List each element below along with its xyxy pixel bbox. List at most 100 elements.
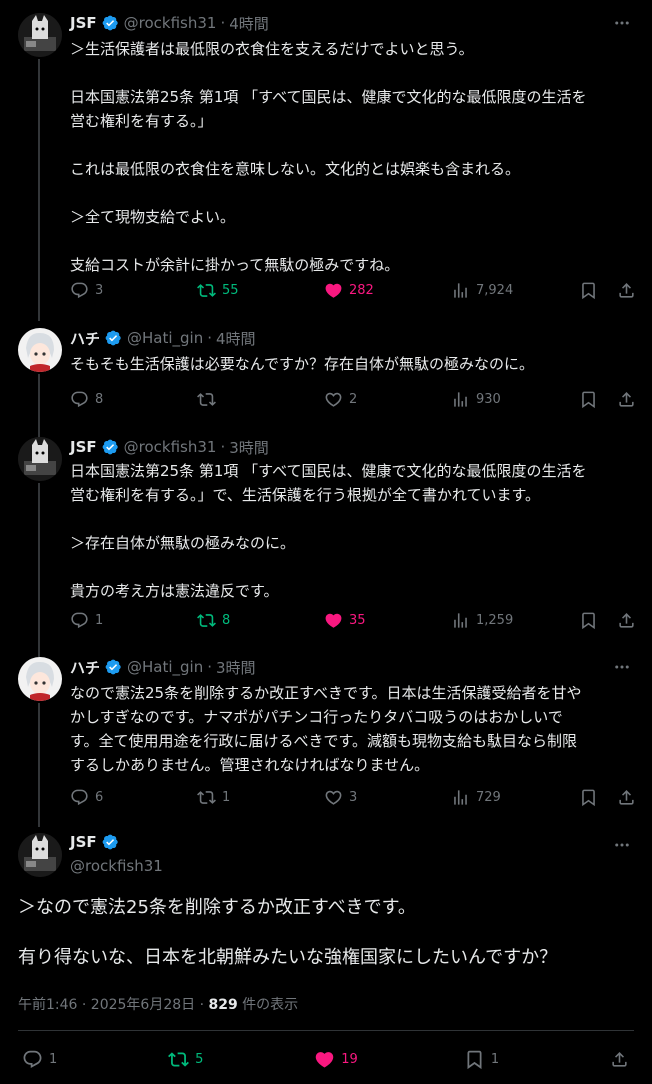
more-icon[interactable] <box>612 13 632 33</box>
retweet-button[interactable]: 55 <box>197 281 267 300</box>
reply-count: 6 <box>95 789 104 805</box>
avatar-hachi[interactable] <box>18 657 62 701</box>
tweet-line: 営む権利を有する。」で、生活保護を行う根拠が全て書かれています。 <box>70 486 540 504</box>
bookmark-icon <box>467 1050 482 1069</box>
tweet-header: ハチ @Hati_gin · 3時間 <box>70 657 256 677</box>
reply-button[interactable]: 3 <box>70 281 140 300</box>
retweet-icon <box>197 613 216 627</box>
more-icon[interactable] <box>612 657 632 677</box>
handle[interactable]: @Hati_gin <box>127 658 203 676</box>
timestamp[interactable]: 4時間 <box>216 328 256 349</box>
like-button[interactable]: 2 <box>324 390 394 409</box>
tweet-2[interactable]: ハチ @Hati_gin · 4時間 そもそも生活保護は必要なんですか？存在自体… <box>0 328 652 438</box>
timestamp[interactable]: 4時間 <box>229 13 269 34</box>
retweet-button[interactable]: 1 <box>197 788 267 807</box>
tweet-line <box>70 555 638 579</box>
tweet-text: 日本国憲法第25条 第1項 「すべて国民は、健康で文化的な最低限度の生活を 営む… <box>70 459 638 603</box>
views-icon <box>454 789 467 805</box>
views-button[interactable]: 729 <box>451 788 521 807</box>
like-button[interactable]: 282 <box>324 281 394 300</box>
separator-dot: · <box>207 329 213 347</box>
like-count: 2 <box>349 391 358 407</box>
reply-count: 1 <box>95 612 104 628</box>
handle[interactable]: @rockfish31 <box>124 14 217 32</box>
tweet-line <box>70 181 638 205</box>
handle[interactable]: @rockfish31 <box>70 857 163 875</box>
retweet-button[interactable] <box>197 390 267 409</box>
like-button[interactable]: 3 <box>324 788 394 807</box>
display-name[interactable]: ハチ <box>70 657 100 678</box>
retweet-icon <box>197 790 216 804</box>
tweet-line <box>18 920 634 946</box>
timestamp[interactable]: 3時間 <box>216 657 256 678</box>
thread-line <box>38 483 40 657</box>
like-count: 35 <box>349 612 366 628</box>
tweet-line <box>70 133 638 157</box>
separator-dot: · <box>220 438 226 456</box>
display-name[interactable]: JSF <box>70 833 97 851</box>
reply-button[interactable]: 1 <box>70 611 140 630</box>
heart-icon <box>325 613 342 628</box>
like-count: 19 <box>341 1051 358 1067</box>
timestamp[interactable]: 3時間 <box>229 437 269 458</box>
views-icon <box>454 612 467 628</box>
view-count: 1,259 <box>476 612 514 628</box>
retweet-icon <box>197 283 216 297</box>
bookmark-icon[interactable] <box>578 280 598 300</box>
display-name[interactable]: JSF <box>70 438 97 456</box>
views-button[interactable]: 1,259 <box>451 611 521 630</box>
reply-icon <box>71 612 88 628</box>
reply-count: 3 <box>95 282 104 298</box>
tweet-line: 日本国憲法第25条 第1項 「すべて国民は、健康で文化的な最低限度の生活を <box>70 462 587 480</box>
reply-button[interactable]: 1 <box>22 1049 62 1070</box>
handle[interactable]: @rockfish31 <box>124 438 217 456</box>
avatar-jsf[interactable] <box>18 833 62 877</box>
share-icon[interactable] <box>616 280 636 300</box>
tweet-text: ＞なので憲法25条を削除するか改正すべきです。 有り得ないな、日本を北朝鮮みたい… <box>18 896 634 970</box>
handle[interactable]: @Hati_gin <box>127 329 203 347</box>
views-button[interactable]: 930 <box>451 390 521 409</box>
retweet-button[interactable]: 8 <box>197 611 267 630</box>
tweet-line: ＞なので憲法25条を削除するか改正すべきです。 <box>18 897 416 918</box>
verified-badge-icon <box>104 329 122 347</box>
thread-line <box>38 703 40 827</box>
display-name[interactable]: ハチ <box>70 328 100 349</box>
bookmark-icon[interactable] <box>578 787 598 807</box>
share-icon[interactable] <box>616 787 636 807</box>
tweet-line: ＞生活保護者は最低限の衣食住を支えるだけでよいと思う。 <box>70 40 474 58</box>
tweet-line: かしすぎなのです。ナマポがパチンコ行ったりタバコ吸うのはおかしいで <box>70 708 563 726</box>
like-button[interactable]: 35 <box>324 611 394 630</box>
views-button[interactable]: 7,924 <box>451 281 521 300</box>
avatar-hachi[interactable] <box>18 328 62 372</box>
bookmark-button[interactable]: 1 <box>464 1049 504 1070</box>
verified-badge-icon <box>101 833 119 851</box>
tweet-line: 日本国憲法第25条 第1項 「すべて国民は、健康で文化的な最低限度の生活を <box>70 88 587 106</box>
tweet-line: 貴方の考え方は憲法違反です。 <box>70 582 279 600</box>
reply-count: 8 <box>95 391 104 407</box>
bookmark-icon[interactable] <box>578 610 598 630</box>
separator-dot: · <box>207 658 213 676</box>
tweet-header: JSF @rockfish31 · 3時間 <box>70 437 269 457</box>
retweet-count: 1 <box>222 789 231 805</box>
reply-button[interactable]: 8 <box>70 390 140 409</box>
avatar-jsf[interactable] <box>18 13 62 57</box>
reply-button[interactable]: 6 <box>70 788 140 807</box>
tweet-3[interactable]: JSF @rockfish31 · 3時間 日本国憲法第25条 第1項 「すべて… <box>0 437 652 657</box>
bookmark-icon[interactable] <box>578 389 598 409</box>
reply-icon <box>71 282 88 298</box>
share-icon[interactable] <box>616 389 636 409</box>
verified-badge-icon <box>101 438 119 456</box>
like-button[interactable]: 19 <box>314 1049 358 1070</box>
retweet-button[interactable]: 5 <box>168 1049 208 1070</box>
post-timestamp[interactable]: 午前1:46 · 2025年6月28日 · <box>18 997 209 1013</box>
more-icon[interactable] <box>612 835 632 855</box>
tweet-line: ＞全て現物支給でよい。 <box>70 208 236 226</box>
tweet-line: そもそも生活保護は必要なんですか？存在自体が無駄の極みなのに。 <box>70 355 534 373</box>
share-icon[interactable] <box>610 1049 630 1069</box>
display-name[interactable]: JSF <box>70 14 97 32</box>
view-count: 829 <box>208 997 238 1013</box>
tweet-4[interactable]: ハチ @Hati_gin · 3時間 なので憲法25条を削除するか改正すべきです… <box>0 657 652 827</box>
tweet-1[interactable]: JSF @rockfish31 · 4時間 ＞生活保護者は最低限の衣食住を支える… <box>0 13 652 321</box>
avatar-jsf[interactable] <box>18 437 62 481</box>
share-icon[interactable] <box>616 610 636 630</box>
